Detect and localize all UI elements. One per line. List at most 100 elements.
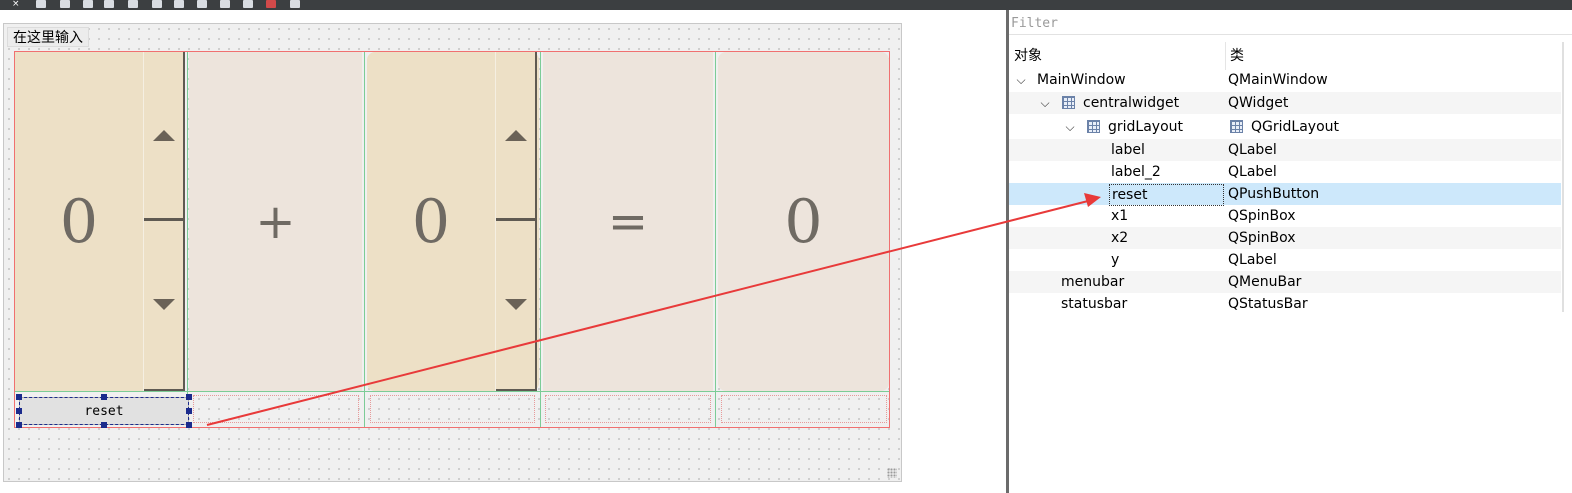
layout-horizontal-icon[interactable] xyxy=(128,0,138,8)
resize-handle[interactable] xyxy=(16,394,22,400)
column-header-class[interactable]: 类 xyxy=(1230,42,1244,70)
object-name: x2 xyxy=(1111,230,1129,246)
grid-column-line xyxy=(364,52,365,427)
edit-tab-order-icon[interactable] xyxy=(104,0,114,8)
layout-grid-icon[interactable] xyxy=(220,0,230,8)
layout-split-h-icon[interactable] xyxy=(174,0,184,8)
menubar-type-here[interactable]: 在这里输入 xyxy=(7,27,89,47)
chevron-down-icon[interactable]: ⌵ xyxy=(1014,73,1028,87)
object-name: label xyxy=(1111,142,1145,158)
object-inspector: Filter 对象 类 ⌵ MainWindow QMainWindow ⌵ c… xyxy=(1009,10,1572,493)
empty-layout-slot xyxy=(370,395,535,423)
resize-grip-icon[interactable] xyxy=(887,468,897,478)
x2-decrement-icon[interactable] xyxy=(505,299,527,310)
tree-row-y[interactable]: y QLabel xyxy=(1009,249,1561,271)
spin-divider xyxy=(144,218,184,221)
empty-layout-slot xyxy=(193,395,359,423)
tree-row-x2[interactable]: x2 QSpinBox xyxy=(1009,227,1561,249)
object-class: QPushButton xyxy=(1228,186,1320,202)
y-value: 0 xyxy=(784,186,823,257)
tree-row-menubar[interactable]: menubar QMenuBar xyxy=(1009,271,1561,293)
central-widget: 0 + 0 = 0 reset xyxy=(4,46,901,480)
chevron-down-icon[interactable]: ⌵ xyxy=(1063,120,1077,134)
designer-toolbar: × xyxy=(0,0,1572,10)
grid-column-line xyxy=(715,52,716,427)
object-name: MainWindow xyxy=(1037,72,1126,88)
grid-row-line xyxy=(15,391,889,392)
x1-value: 0 xyxy=(59,186,99,257)
selection-outline xyxy=(19,397,189,425)
edit-widgets-icon[interactable] xyxy=(36,0,46,8)
plus-sign: + xyxy=(255,193,296,250)
object-class: QWidget xyxy=(1228,95,1289,111)
tree-row-centralwidget[interactable]: ⌵ centralwidget QWidget xyxy=(1009,92,1561,114)
object-class: QLabel xyxy=(1228,252,1277,268)
object-name: y xyxy=(1111,252,1120,268)
scrollbar[interactable] xyxy=(1562,42,1564,312)
x1-increment-icon[interactable] xyxy=(153,130,175,141)
spin-divider xyxy=(496,218,536,221)
tree-row-x1[interactable]: x1 QSpinBox xyxy=(1009,205,1561,227)
object-name: gridLayout xyxy=(1108,119,1184,135)
screen: { "toolbar": { "icons": ["close-icon","e… xyxy=(0,0,1572,493)
tree-row-label[interactable]: label QLabel xyxy=(1009,139,1561,161)
column-header-object[interactable]: 对象 xyxy=(1014,42,1042,70)
x2-spinbox[interactable]: 0 xyxy=(367,52,539,391)
x2-increment-icon[interactable] xyxy=(505,130,527,141)
object-name: label_2 xyxy=(1111,164,1161,180)
tree-row-mainwindow[interactable]: ⌵ MainWindow QMainWindow xyxy=(1009,69,1561,91)
layout-vertical-icon[interactable] xyxy=(152,0,162,8)
object-class: QMainWindow xyxy=(1228,72,1328,88)
close-icon[interactable]: × xyxy=(12,0,20,9)
chevron-down-icon[interactable]: ⌵ xyxy=(1038,96,1052,110)
label-plus: + xyxy=(189,52,362,391)
object-class: QStatusBar xyxy=(1228,296,1308,312)
label-y: 0 xyxy=(718,52,889,391)
object-name: statusbar xyxy=(1061,296,1128,312)
resize-handle[interactable] xyxy=(186,408,192,414)
object-name: reset xyxy=(1109,184,1224,206)
tree-row-statusbar[interactable]: statusbar QStatusBar xyxy=(1009,293,1561,315)
tree-row-reset[interactable]: reset QPushButton xyxy=(1009,183,1561,206)
resize-handle[interactable] xyxy=(186,394,192,400)
form-main-window[interactable]: 在这里输入 0 + 0 = 0 reset xyxy=(3,23,902,482)
object-class: QLabel xyxy=(1228,142,1277,158)
label-equals: = xyxy=(543,52,713,391)
layout-grid-icon xyxy=(1230,120,1243,133)
x1-spin-buttons xyxy=(143,52,185,391)
tree-row-gridlayout[interactable]: ⌵ gridLayout QGridLayout xyxy=(1009,116,1561,138)
object-name: menubar xyxy=(1061,274,1125,290)
object-class: QSpinBox xyxy=(1228,230,1296,246)
resize-handle[interactable] xyxy=(16,422,22,428)
adjust-size-icon[interactable] xyxy=(290,0,300,8)
layout-split-v-icon[interactable] xyxy=(197,0,207,8)
edit-buddies-icon[interactable] xyxy=(83,0,93,8)
designer-canvas: 在这里输入 0 + 0 = 0 reset xyxy=(0,10,1004,493)
object-class: QSpinBox xyxy=(1228,208,1296,224)
resize-handle[interactable] xyxy=(101,422,107,428)
break-layout-icon[interactable] xyxy=(266,0,276,8)
grid-column-line xyxy=(187,52,188,427)
grid-column-line xyxy=(540,52,541,427)
empty-layout-slot xyxy=(545,395,711,423)
resize-handle[interactable] xyxy=(186,422,192,428)
tree-row-label-2[interactable]: label_2 QLabel xyxy=(1009,161,1561,183)
widget-grid-icon xyxy=(1062,96,1075,109)
header-separator xyxy=(1225,42,1226,70)
layout-form-icon[interactable] xyxy=(243,0,253,8)
object-class: QGridLayout xyxy=(1251,119,1339,135)
x1-decrement-icon[interactable] xyxy=(153,299,175,310)
object-class: QLabel xyxy=(1228,164,1277,180)
grid-layout: 0 + 0 = 0 reset xyxy=(14,51,890,428)
x2-spin-buttons xyxy=(495,52,537,391)
object-class: QMenuBar xyxy=(1228,274,1302,290)
object-name: x1 xyxy=(1111,208,1129,224)
inspector-header: 对象 类 xyxy=(1009,42,1564,70)
edit-signals-icon[interactable] xyxy=(60,0,70,8)
x1-spinbox[interactable]: 0 xyxy=(15,52,185,391)
resize-handle[interactable] xyxy=(101,394,107,400)
equals-sign: = xyxy=(607,193,649,250)
x2-value: 0 xyxy=(411,186,451,257)
filter-input[interactable]: Filter xyxy=(1009,13,1572,35)
resize-handle[interactable] xyxy=(16,408,22,414)
